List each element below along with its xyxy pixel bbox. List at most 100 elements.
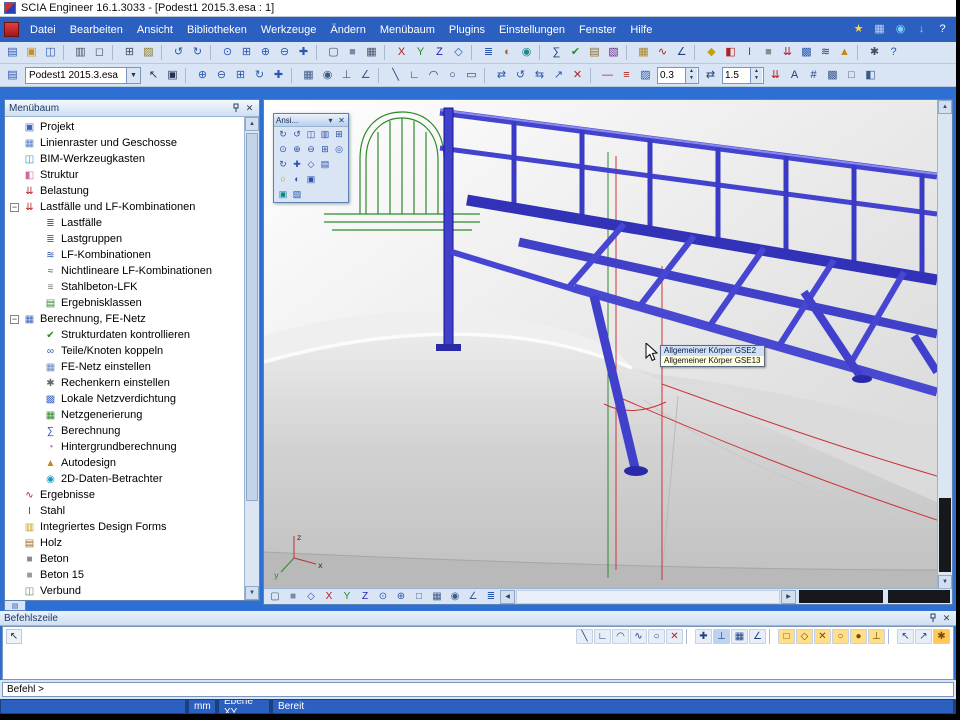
zoom-selection-icon[interactable]: ◎: [332, 143, 346, 156]
tree-item-stahlbeton-lfk[interactable]: ≡ Stahlbeton-LFK: [5, 279, 244, 295]
tree-item-ergebnisklassen[interactable]: ▤ Ergebnisklassen: [5, 295, 244, 311]
updates-icon[interactable]: ↓: [912, 21, 931, 38]
tree-item-belastung[interactable]: ⇊ Belastung: [5, 183, 244, 199]
tree-expander[interactable]: [31, 331, 40, 340]
menu-werkzeuge[interactable]: Werkzeuge: [254, 21, 323, 39]
tree-item-verbund[interactable]: ◫ Verbund: [5, 583, 244, 599]
clipping-box-icon[interactable]: □: [842, 67, 861, 84]
named-views-icon[interactable]: ▤: [318, 158, 332, 171]
scale-icon[interactable]: ↗: [549, 67, 568, 84]
tree-scrollbar[interactable]: ▲ ▼: [244, 117, 259, 600]
perspective-icon[interactable]: ◇: [304, 158, 318, 171]
tree-expander[interactable]: [31, 459, 40, 468]
check-structure-icon[interactable]: ✔: [566, 44, 585, 61]
tree-expander[interactable]: [31, 251, 40, 260]
axonometric-icon[interactable]: ◇: [449, 44, 468, 61]
tree-expander[interactable]: −: [10, 315, 19, 324]
hidden-lines-icon[interactable]: ▦: [362, 44, 381, 61]
snap-midpoint-icon[interactable]: ◇: [796, 629, 813, 644]
tree-item-lastfaelle[interactable]: ≣ Lastfälle: [5, 215, 244, 231]
menu-ansicht[interactable]: Ansicht: [130, 21, 180, 39]
project-combobox[interactable]: Podest1 2015.3.esa ▼: [25, 67, 141, 84]
tree-expander[interactable]: [31, 443, 40, 452]
cmd-spline-icon[interactable]: ∿: [630, 629, 647, 644]
rotate-view-tool-icon[interactable]: ↻: [276, 158, 290, 171]
display-scale-value-2[interactable]: [723, 68, 750, 83]
zoom-window-2-icon[interactable]: ⊞: [231, 67, 250, 84]
tree-item-lastgruppen[interactable]: ≣ Lastgruppen: [5, 231, 244, 247]
tree-item-rechenkern-einstellen[interactable]: ✱ Rechenkern einstellen: [5, 375, 244, 391]
visibility-icon[interactable]: ◉: [517, 44, 536, 61]
vp-axo-icon[interactable]: ◇: [302, 590, 320, 604]
tree-item-berechnung-fe-netz[interactable]: − ▦ Berechnung, FE-Netz: [5, 311, 244, 327]
tree-item-hintergrundberechnung[interactable]: ◔ Hintergrundberechnung: [5, 439, 244, 455]
tree-item-nichtlineare-lf-kombinationen[interactable]: ≈ Nichtlineare LF-Kombinationen: [5, 263, 244, 279]
menu-fenster[interactable]: Fenster: [572, 21, 623, 39]
tracking-icon[interactable]: ∠: [749, 629, 766, 644]
zoom-in-2-icon[interactable]: ⊕: [193, 67, 212, 84]
tree-item-autodesign[interactable]: ▲ Autodesign: [5, 455, 244, 471]
pin-icon[interactable]: [929, 613, 937, 623]
close-icon[interactable]: ✕: [244, 103, 255, 114]
zoom-window-icon[interactable]: ⊞: [237, 44, 256, 61]
vp-layers-icon[interactable]: ≣: [482, 590, 500, 604]
vp-coord-icon[interactable]: ∠: [464, 590, 482, 604]
menu-tree-dock-tab[interactable]: ▤: [4, 601, 26, 611]
tree-item-lastfaelle-lf-kombinationen[interactable]: − ⇊ Lastfälle und LF-Kombinationen: [5, 199, 244, 215]
mesh-icon[interactable]: ▩: [797, 44, 816, 61]
display-scale-stepper-1[interactable]: ▲▼: [657, 67, 699, 84]
pan-view-icon[interactable]: ✚: [269, 67, 288, 84]
cursor-snap-icon[interactable]: ✚: [695, 629, 712, 644]
vp-view-z-icon[interactable]: Z: [356, 590, 374, 604]
tree-expander[interactable]: [10, 139, 19, 148]
bim-toolbox-icon[interactable]: ◆: [702, 44, 721, 61]
render-mode-icon[interactable]: ▩: [823, 67, 842, 84]
activity-icon[interactable]: ◐: [498, 44, 517, 61]
steel-check-icon[interactable]: I: [740, 44, 759, 61]
polyline-tool-icon[interactable]: ∟: [405, 67, 424, 84]
viewport-hscroll-thumb[interactable]: [799, 590, 883, 603]
tree-expander[interactable]: [10, 555, 19, 564]
cmd-polyline-icon[interactable]: ∟: [594, 629, 611, 644]
tree-expander[interactable]: [10, 171, 19, 180]
load-generator-icon[interactable]: ⇊: [778, 44, 797, 61]
gallery-icon[interactable]: ▧: [604, 44, 623, 61]
load-scale-icon[interactable]: ⇄: [701, 67, 720, 84]
spin-up-icon[interactable]: ▲: [751, 68, 762, 76]
view-y-icon[interactable]: Y: [411, 44, 430, 61]
undo-icon[interactable]: ↺: [169, 44, 188, 61]
viewport-vscroll-thumb[interactable]: [939, 498, 951, 572]
tree-expander[interactable]: [31, 395, 40, 404]
settings-icon[interactable]: ✱: [865, 44, 884, 61]
tree-item-ergebnisse[interactable]: ∿ Ergebnisse: [5, 487, 244, 503]
hatch-icon[interactable]: ▨: [636, 67, 655, 84]
help-icon[interactable]: ?: [884, 44, 903, 61]
coords-absolute-icon[interactable]: ↖: [897, 629, 914, 644]
print-view-icon[interactable]: ▥: [318, 128, 332, 141]
rotate-icon[interactable]: ↺: [511, 67, 530, 84]
rendered-icon[interactable]: ■: [343, 44, 362, 61]
zoom-out-2-icon[interactable]: ⊖: [212, 67, 231, 84]
display-scale-value-1[interactable]: [658, 68, 685, 83]
select-cursor-icon[interactable]: ↖: [144, 67, 163, 84]
tree-item-fe-netz-einstellen[interactable]: ▦ FE-Netz einstellen: [5, 359, 244, 375]
tree-expander[interactable]: [31, 283, 40, 292]
paste-icon[interactable]: ▨: [139, 44, 158, 61]
zoom-in-view-icon[interactable]: ⊕: [290, 143, 304, 156]
new-project-icon[interactable]: ▤: [3, 44, 22, 61]
menu-hilfe[interactable]: Hilfe: [623, 21, 659, 39]
copy-icon[interactable]: ⊞: [120, 44, 139, 61]
workstation-icon[interactable]: ▦: [870, 21, 889, 38]
zoom-in-icon[interactable]: ⊕: [256, 44, 275, 61]
spin-up-icon[interactable]: ▲: [686, 68, 697, 76]
tree-item-stahl[interactable]: I Stahl: [5, 503, 244, 519]
cmd-arc-icon[interactable]: ◠: [612, 629, 629, 644]
vp-wireframe-icon[interactable]: ▢: [266, 590, 284, 604]
redo-icon[interactable]: ↻: [188, 44, 207, 61]
tree-item-linienraster[interactable]: ▦ Linienraster und Geschosse: [5, 135, 244, 151]
scroll-down-icon[interactable]: ▼: [245, 586, 259, 600]
menu-bearbeiten[interactable]: Bearbeiten: [63, 21, 130, 39]
concrete-check-icon[interactable]: ■: [759, 44, 778, 61]
view-z-icon[interactable]: Z: [430, 44, 449, 61]
project-manager-icon[interactable]: ▤: [3, 67, 22, 84]
